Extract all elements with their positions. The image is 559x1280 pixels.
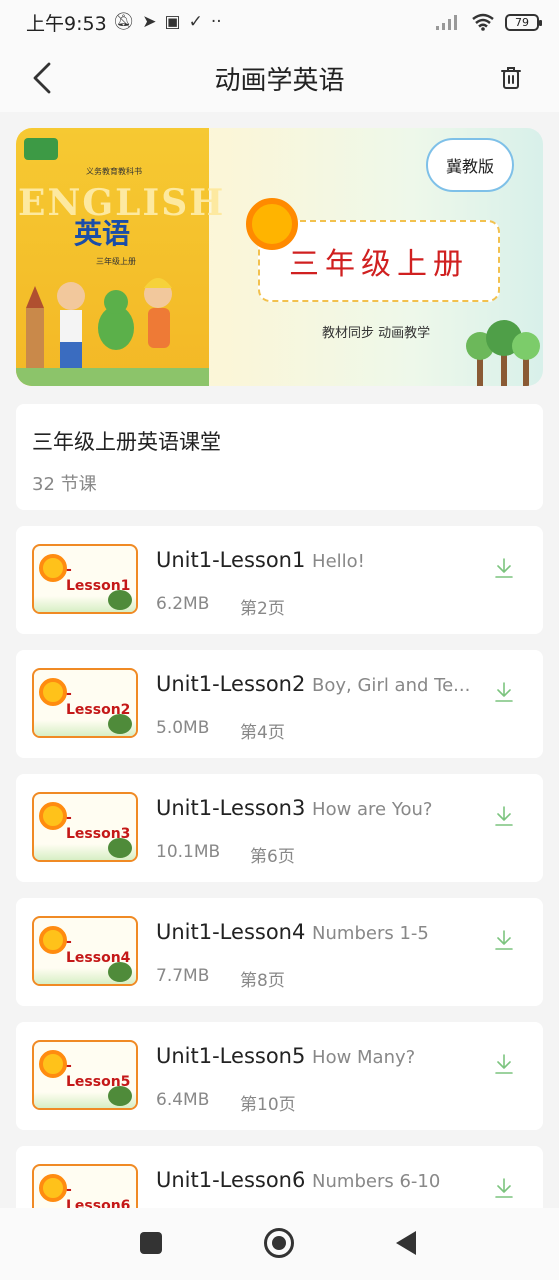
sun-icon (39, 802, 67, 830)
sun-icon (39, 678, 67, 706)
recents-button[interactable] (140, 1232, 162, 1254)
lesson-subtitle: Numbers 1-5 (312, 923, 429, 944)
lesson-item[interactable]: -Lesson5 Unit1-Lesson5 How Many? 6.4MB 第… (16, 1022, 543, 1130)
lesson-subtitle: Boy, Girl and Te... (312, 675, 471, 696)
sun-icon (39, 1050, 67, 1078)
lesson-page: 第6页 (250, 847, 295, 867)
status-right: 79 (435, 13, 542, 31)
system-nav-bar (0, 1208, 559, 1280)
page-title: 动画学英语 (214, 65, 345, 96)
lesson-thumbnail: -Lesson1 (32, 544, 138, 614)
send-icon: ➤ (142, 12, 157, 32)
trash-icon (501, 67, 521, 89)
lesson-thumbnail: -Lesson5 (32, 1040, 138, 1110)
sun-icon (39, 926, 67, 954)
signal-icon (436, 15, 457, 30)
lesson-page: 第10页 (240, 1095, 296, 1115)
app-header: 动画学英语 (0, 44, 559, 112)
lesson-item[interactable]: -Lesson3 Unit1-Lesson3 How are You? 10.1… (16, 774, 543, 882)
lesson-size: 10.1MB (156, 842, 221, 862)
download-icon[interactable] (492, 804, 516, 828)
app-icon: ▣ (164, 12, 181, 32)
lesson-title: Unit1-Lesson5 How Many? (156, 1044, 415, 1068)
lesson-item[interactable]: -Lesson4 Unit1-Lesson4 Numbers 1-5 7.7MB… (16, 898, 543, 1006)
wifi-icon (472, 13, 494, 31)
lesson-item[interactable]: -Lesson6 Unit1-Lesson6 Numbers 6-10 (16, 1146, 543, 1208)
lesson-size: 5.0MB (156, 718, 210, 738)
lesson-page: 第8页 (240, 971, 285, 991)
home-button[interactable] (264, 1228, 294, 1258)
thumbnail-label: -Lesson2 (66, 686, 131, 718)
download-icon[interactable] (492, 1176, 516, 1200)
lesson-title: Unit1-Lesson4 Numbers 1-5 (156, 920, 429, 944)
lesson-item[interactable]: -Lesson1 Unit1-Lesson1 Hello! 6.2MB 第2页 (16, 526, 543, 634)
book-title: 英语 (74, 217, 131, 250)
course-summary-card: 三年级上册英语课堂 32 节课 (16, 404, 543, 510)
mute-icon: 🔕︎ (112, 12, 135, 32)
lesson-subtitle: Numbers 6-10 (312, 1171, 441, 1192)
edition-cloud: 冀教版 (426, 138, 514, 192)
lesson-name: Unit1-Lesson5 (156, 1044, 306, 1068)
publisher-logo (24, 138, 58, 160)
more-dots-icon: ·· (210, 12, 222, 32)
lesson-thumbnail: -Lesson6 (32, 1164, 138, 1208)
thumbnail-label: -Lesson5 (66, 1058, 131, 1090)
trees-illustration (466, 320, 540, 386)
lesson-size: 6.2MB (156, 594, 210, 614)
book-cover: 义务教育教科书 ENGLISH 英语 三年级上册 (16, 128, 223, 386)
lesson-title: Unit1-Lesson1 Hello! (156, 548, 365, 572)
thumbnail-label: -Lesson3 (66, 810, 131, 842)
back-button[interactable] (22, 58, 62, 98)
battery-icon: 79 (505, 13, 542, 31)
lesson-thumbnail: -Lesson2 (32, 668, 138, 738)
lesson-page: 第2页 (240, 599, 285, 619)
course-title: 三年级上册英语课堂 (32, 430, 221, 454)
download-icon[interactable] (492, 1052, 516, 1076)
notification-icons: 🔕︎ ➤ ▣ ✓ ·· (113, 12, 222, 32)
lesson-title: Unit1-Lesson2 Boy, Girl and Te... (156, 672, 470, 696)
cartoon-kids-illustration (16, 278, 209, 386)
lesson-item[interactable]: -Lesson2 Unit1-Lesson2 Boy, Girl and Te.… (16, 650, 543, 758)
lesson-subtitle: How Many? (312, 1047, 416, 1068)
lesson-size: 7.7MB (156, 966, 210, 986)
book-subtitle: 三年级上册 (96, 257, 136, 266)
check-icon: ✓ (188, 12, 203, 32)
lesson-subtitle: How are You? (312, 799, 433, 820)
banner-tagline: 教材同步 动画教学 (322, 326, 431, 341)
system-back-button[interactable] (396, 1231, 416, 1255)
download-icon[interactable] (492, 928, 516, 952)
status-time: 上午9:53 (26, 12, 107, 35)
lesson-count: 32 节课 (32, 474, 97, 495)
sun-icon (246, 198, 298, 250)
download-icon[interactable] (492, 556, 516, 580)
chevron-left-icon (33, 62, 51, 94)
course-banner: 义务教育教科书 ENGLISH 英语 三年级上册 冀教版 三年级上册 教材同步 … (16, 128, 543, 386)
lesson-size: 6.4MB (156, 1090, 210, 1110)
lesson-name: Unit1-Lesson6 (156, 1168, 306, 1192)
lesson-title: Unit1-Lesson3 How are You? (156, 796, 432, 820)
sun-icon (39, 554, 67, 582)
lesson-name: Unit1-Lesson1 (156, 548, 306, 572)
thumbnail-label: -Lesson6 (66, 1182, 131, 1208)
book-small-text: 义务教育教科书 (86, 167, 142, 176)
lesson-title: Unit1-Lesson6 Numbers 6-10 (156, 1168, 440, 1192)
lesson-list[interactable]: -Lesson1 Unit1-Lesson1 Hello! 6.2MB 第2页 … (16, 526, 543, 1208)
sun-icon (39, 1174, 67, 1202)
delete-button[interactable] (493, 60, 529, 96)
lesson-name: Unit1-Lesson3 (156, 796, 306, 820)
status-bar: 上午9:53 🔕︎ ➤ ▣ ✓ ·· 79 (0, 0, 559, 44)
lesson-name: Unit1-Lesson4 (156, 920, 306, 944)
lesson-name: Unit1-Lesson2 (156, 672, 306, 696)
thumbnail-label: -Lesson4 (66, 934, 131, 966)
thumbnail-label: -Lesson1 (66, 562, 131, 594)
lesson-thumbnail: -Lesson4 (32, 916, 138, 986)
lesson-thumbnail: -Lesson3 (32, 792, 138, 862)
download-icon[interactable] (492, 680, 516, 704)
lesson-subtitle: Hello! (312, 551, 365, 572)
lesson-page: 第4页 (240, 723, 285, 743)
